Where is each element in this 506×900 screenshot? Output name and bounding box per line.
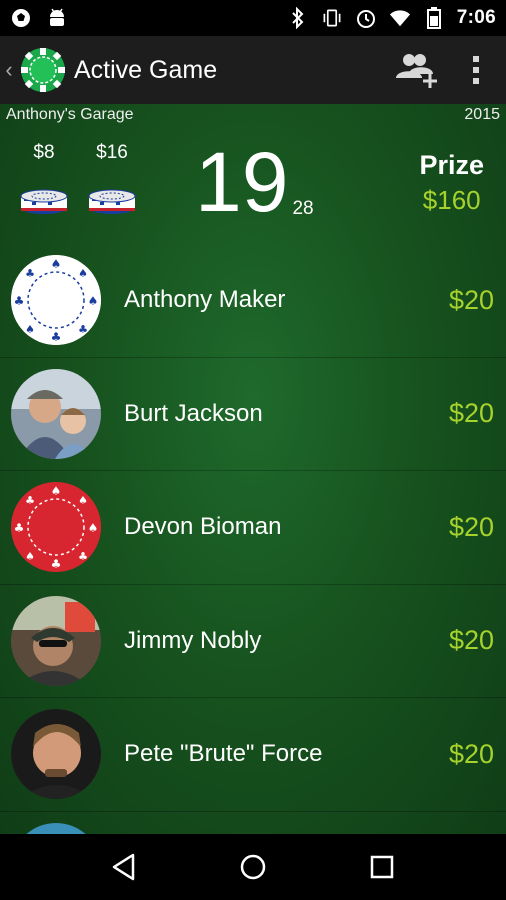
svg-text:♣: ♣ — [14, 294, 25, 308]
prize-label: Prize — [419, 150, 484, 180]
home-icon[interactable] — [223, 837, 283, 897]
soccer-ball-icon — [10, 7, 32, 29]
recents-icon[interactable] — [352, 837, 412, 897]
svg-text:♣: ♣ — [78, 323, 88, 336]
player-name: Burt Jackson — [124, 399, 263, 427]
player-buyin: $20 — [448, 284, 494, 315]
player-row[interactable]: ♠ ♣ ♣ ♠ ♣ ♠ ♠ ♣ Anthony Maker $20 — [0, 244, 506, 358]
svg-text:♠: ♠ — [25, 323, 35, 336]
svg-text:♠: ♠ — [78, 267, 88, 280]
blinds: $8 $16 — [20, 142, 136, 222]
player-photo-avatar — [11, 822, 101, 834]
chip-stack-icon — [88, 186, 136, 222]
svg-text:♠: ♠ — [51, 484, 62, 498]
prize-panel: Prize $160 — [419, 150, 484, 216]
player-row[interactable]: ♠ ♣ ♣ ♠ ♣ ♠ ♠ ♣ Devon Bioman $20 — [0, 471, 506, 585]
status-bar: 7:06 — [0, 0, 506, 36]
player-list: ♠ ♣ ♣ ♠ ♣ ♠ ♠ ♣ Anthony Maker $20 Burt J… — [0, 244, 506, 834]
screen-title: Active Game — [74, 55, 218, 84]
svg-text:♣: ♣ — [51, 557, 62, 571]
game-year: 2015 — [464, 106, 500, 123]
player-row-partial[interactable] — [0, 812, 506, 834]
player-buyin: $20 — [448, 625, 494, 656]
back-icon[interactable] — [94, 837, 154, 897]
bluetooth-icon — [287, 7, 309, 29]
status-time: 7:06 — [456, 7, 496, 28]
battery-icon — [423, 7, 445, 29]
player-name: Pete "Brute" Force — [124, 740, 323, 768]
white-chip-avatar-icon: ♠ ♣ ♣ ♠ ♣ ♠ ♠ ♣ — [11, 255, 101, 346]
player-photo-avatar — [11, 709, 101, 800]
poker-chip-logo-icon[interactable] — [20, 47, 66, 93]
svg-text:♣: ♣ — [78, 550, 88, 563]
small-blind[interactable]: $8 — [20, 142, 68, 222]
player-buyin: $20 — [448, 738, 494, 769]
player-row[interactable]: Burt Jackson $20 — [0, 358, 506, 471]
svg-text:♣: ♣ — [25, 494, 35, 507]
svg-text:♠: ♠ — [78, 494, 88, 507]
overflow-menu-icon[interactable] — [446, 40, 506, 100]
blind-level[interactable]: 19 28 — [195, 140, 314, 224]
level-sub: 28 — [292, 198, 314, 219]
small-blind-label: $8 — [33, 142, 55, 163]
level-number: 19 — [195, 135, 289, 229]
system-nav-bar — [0, 834, 506, 900]
add-player-icon[interactable] — [386, 40, 446, 100]
red-chip-avatar-icon: ♠ ♣ ♣ ♠ ♣ ♠ ♠ ♣ — [11, 482, 101, 573]
game-header: Anthony's Garage 2015 — [6, 106, 500, 124]
up-chevron-icon[interactable]: ‹ — [2, 57, 16, 83]
player-row[interactable]: Jimmy Nobly $20 — [0, 585, 506, 698]
player-name: Anthony Maker — [124, 286, 286, 314]
android-icon — [46, 7, 68, 29]
chip-stack-icon — [20, 186, 68, 222]
prize-value: $160 — [422, 185, 481, 215]
svg-text:♣: ♣ — [25, 267, 35, 280]
svg-text:♠: ♠ — [88, 294, 99, 308]
svg-text:♠: ♠ — [51, 257, 62, 271]
player-row[interactable]: Pete "Brute" Force $20 — [0, 698, 506, 812]
svg-text:♣: ♣ — [14, 521, 25, 535]
player-name: Jimmy Nobly — [124, 626, 262, 654]
alarm-icon — [355, 7, 377, 29]
player-buyin: $20 — [448, 511, 494, 542]
wifi-icon — [389, 7, 411, 29]
action-bar: ‹ Active Game — [0, 36, 506, 104]
vibrate-icon — [321, 7, 343, 29]
big-blind-label: $16 — [96, 142, 128, 163]
big-blind[interactable]: $16 — [88, 142, 136, 222]
player-name: Devon Bioman — [124, 513, 282, 541]
svg-text:♣: ♣ — [51, 330, 62, 344]
player-photo-avatar — [11, 368, 101, 459]
venue-name: Anthony's Garage — [6, 106, 134, 123]
player-buyin: $20 — [448, 398, 494, 429]
game-table: Anthony's Garage 2015 $8 $16 19 28 Prize… — [0, 104, 506, 834]
svg-text:♠: ♠ — [88, 521, 99, 535]
svg-text:♠: ♠ — [25, 550, 35, 563]
player-photo-avatar — [11, 595, 101, 686]
